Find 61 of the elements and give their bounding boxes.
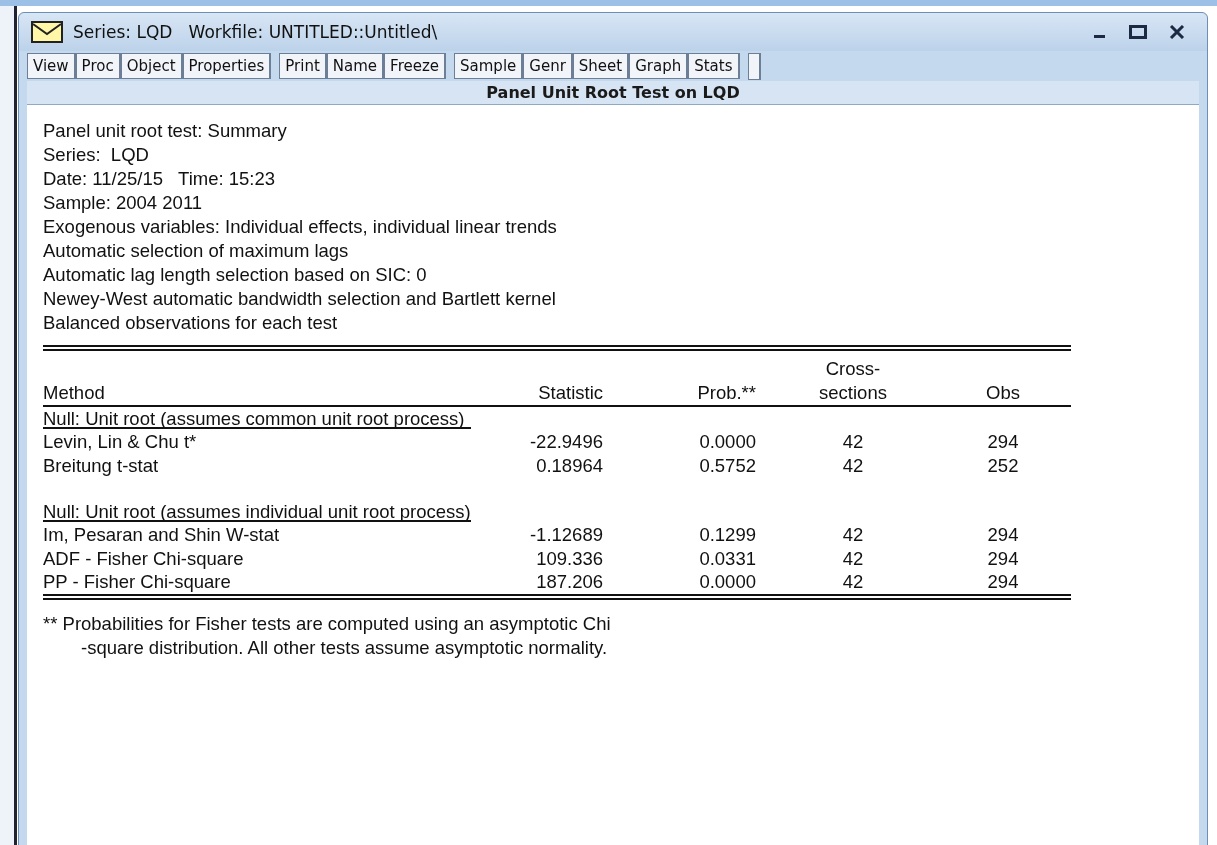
info-line: Exogenous variables: Individual effects, individual linear trends: [43, 215, 558, 239]
table-cell-text: -22.9496: [528, 430, 603, 454]
table-cell-text: 294: [986, 570, 1020, 594]
info-line: Sample: 2004 2011: [43, 191, 204, 215]
table-cell-text: PP - Fisher Chi-square: [43, 570, 232, 594]
toolbar-button[interactable]: View: [27, 53, 76, 79]
table-cell-text: 0.0000: [698, 570, 756, 594]
table-cell-text: 294: [986, 546, 1020, 570]
view-title: Panel Unit Root Test on LQD: [27, 81, 1199, 104]
info-line: Panel unit root test: Summary: [43, 119, 288, 143]
info-line: Date: 11/25/15 Time: 15:23: [43, 167, 277, 191]
table-cell-text: 187.206: [535, 570, 603, 594]
info-line: Automatic selection of maximum lags: [43, 239, 350, 263]
table-cell-text: 42: [841, 570, 865, 594]
toolbar-button[interactable]: Object: [120, 53, 183, 79]
column-header: Statistic: [537, 381, 603, 405]
group-title: Null: Unit root (assumes individual unit root process): [43, 501, 471, 522]
column-header: Prob.**: [696, 381, 756, 405]
column-header: Obs: [985, 381, 1021, 405]
table-cell-text: 0.5752: [698, 453, 756, 477]
table-cell-text: ADF - Fisher Chi-square: [43, 546, 245, 570]
info-line: Automatic lag length selection based on SIC: 0: [43, 263, 428, 287]
maximize-icon[interactable]: [1129, 25, 1147, 39]
close-icon[interactable]: [1169, 25, 1185, 39]
table-cell-text: Im, Pesaran and Shin W-stat: [43, 523, 281, 547]
toolbar-button[interactable]: Sample: [454, 53, 524, 79]
group-title: Null: Unit root (assumes common unit root process): [43, 408, 465, 429]
footnote-line: -square distribution. All other tests assume asymptotic normality.: [80, 635, 609, 660]
table-cell-text: 0.0000: [698, 430, 756, 454]
table-cell-text: 0.18964: [535, 453, 603, 477]
toolbar-button[interactable]: Name: [326, 53, 385, 79]
table-cell-text: Breitung t-stat: [43, 453, 160, 477]
column-header: Method: [43, 381, 106, 405]
table-cell-text: 42: [841, 523, 865, 547]
table-cell-text: 0.0331: [698, 546, 756, 570]
table-cell-text: 252: [986, 453, 1020, 477]
toolbar-button[interactable]: Proc: [75, 53, 121, 79]
toolbar-button[interactable]: Freeze: [384, 53, 447, 79]
window-title: Series: LQD Workfile: UNTITLED::Untitled\: [73, 22, 439, 42]
column-header: Cross- sections: [818, 357, 888, 405]
toolbar-button[interactable]: Genr: [523, 53, 573, 79]
table-cell-text: 0.1299: [698, 523, 756, 547]
info-line: Balanced observations for each test: [43, 311, 339, 335]
table-cell-text: -1.12689: [528, 523, 603, 547]
info-line: Newey-West automatic bandwidth selection and Bartlett kernel: [43, 287, 557, 311]
info-line: Series: LQD: [43, 143, 150, 167]
toolbar-button[interactable]: Sheet: [572, 53, 630, 79]
toolbar-button[interactable]: Properties: [182, 53, 272, 79]
table-cell-text: 109.336: [535, 546, 603, 570]
footnote-line: ** Probabilities for Fisher tests are computed using an asymptotic Chi: [43, 611, 612, 636]
toolbar-button[interactable]: Stats: [688, 53, 740, 79]
envelope-icon: [31, 21, 63, 43]
table-cell-text: 42: [841, 453, 865, 477]
table-cell-text: Levin, Lin & Chu t*: [43, 430, 198, 454]
toolbar-button[interactable]: Graph: [629, 53, 689, 79]
toolbar-button[interactable]: [747, 52, 761, 80]
table-cell-text: 42: [841, 546, 865, 570]
table-cell-text: 294: [986, 523, 1020, 547]
table-cell-text: 42: [841, 430, 865, 454]
table-cell-text: 294: [986, 430, 1020, 454]
toolbar-button[interactable]: Print: [279, 53, 327, 79]
